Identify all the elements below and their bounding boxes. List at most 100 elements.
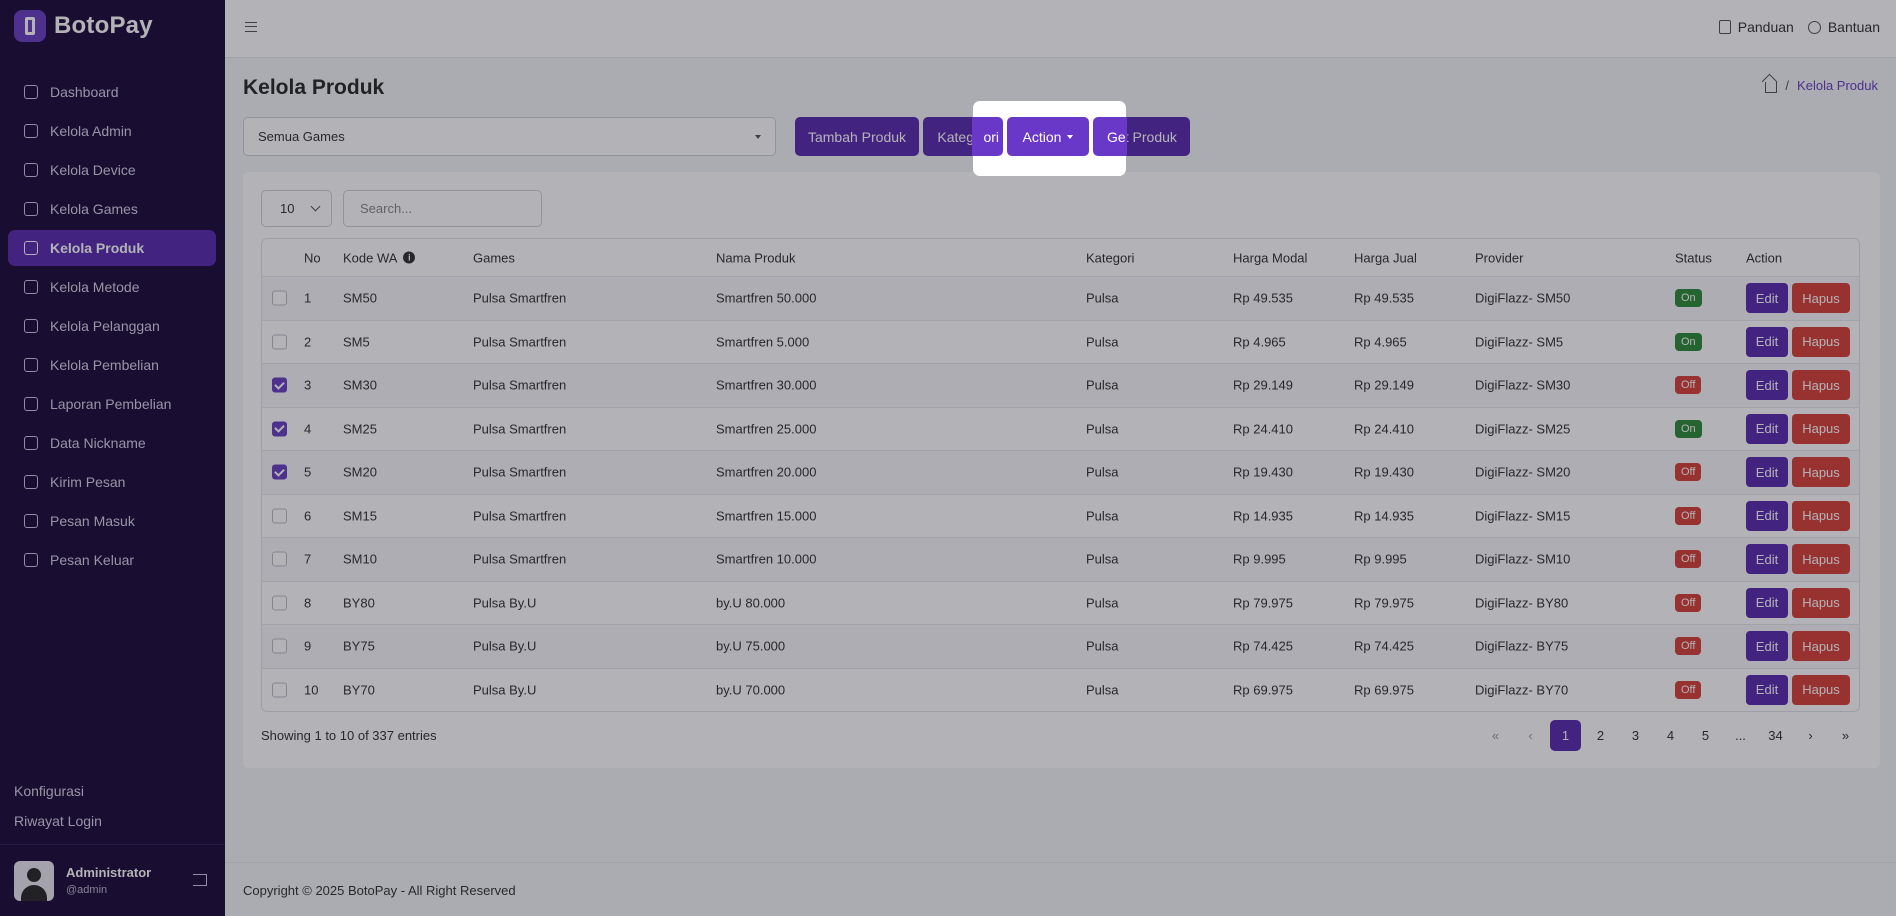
status-badge[interactable]: Off: [1675, 680, 1702, 699]
search-input[interactable]: [343, 190, 542, 227]
sidebar-item-dashboard[interactable]: Dashboard: [8, 74, 216, 110]
sidebar-item-kelola-device[interactable]: Kelola Device: [8, 152, 216, 188]
page-next-button[interactable]: ›: [1795, 720, 1826, 751]
sidebar-item-kelola-admin[interactable]: Kelola Admin: [8, 113, 216, 149]
row-checkbox[interactable]: [272, 638, 287, 654]
sidebar-item-kelola-games[interactable]: Kelola Games: [8, 191, 216, 227]
header-games[interactable]: Games: [473, 250, 515, 265]
row-checkbox[interactable]: [272, 290, 287, 306]
page-ellipsis[interactable]: ...: [1725, 720, 1756, 751]
hapus-button[interactable]: Hapus: [1792, 587, 1850, 618]
sidebar-nav: Dashboard Kelola Admin Kelola Device Kelola…: [8, 74, 216, 581]
sidebar-item-pesan-masuk[interactable]: Pesan Masuk: [8, 503, 216, 539]
get-produk-button-clipped[interactable]: Ge: [1093, 117, 1127, 156]
sidebar-item-data-nickname[interactable]: Data Nickname: [8, 425, 216, 461]
bantuan-label: Bantuan: [1827, 19, 1880, 35]
hapus-button[interactable]: Hapus: [1792, 326, 1850, 357]
status-badge[interactable]: Off: [1675, 550, 1702, 569]
page-button[interactable]: 5: [1690, 720, 1721, 751]
sidebar-item-pesan-keluar[interactable]: Pesan Keluar: [8, 542, 216, 578]
row-checkbox[interactable]: [272, 595, 287, 611]
sidebar-item-label: Data Nickname: [50, 435, 146, 451]
sidebar-item-laporan-pembelian[interactable]: Laporan Pembelian: [8, 386, 216, 422]
sidebar-item-kelola-metode[interactable]: Kelola Metode: [8, 269, 216, 305]
hapus-button[interactable]: Hapus: [1792, 283, 1850, 314]
hamburger-menu-icon[interactable]: [245, 22, 257, 32]
sidebar-item-kelola-produk[interactable]: Kelola Produk: [8, 230, 216, 266]
tambah-produk-button[interactable]: Tambah Produk: [795, 117, 919, 156]
game-filter-select[interactable]: Semua Games: [243, 117, 776, 156]
page-button[interactable]: 2: [1585, 720, 1616, 751]
status-badge[interactable]: On: [1675, 332, 1702, 351]
entries-length-select[interactable]: 10: [261, 190, 332, 227]
header-kode[interactable]: Kode WA i: [343, 250, 416, 265]
sidebar-link-konfigurasi[interactable]: Konfigurasi: [14, 776, 102, 806]
row-nama-produk: by.U 80.000: [716, 595, 786, 611]
edit-button[interactable]: Edit: [1746, 326, 1788, 357]
hapus-button[interactable]: Hapus: [1792, 413, 1850, 444]
sidebar-item-kelola-pelanggan[interactable]: Kelola Pelanggan: [8, 308, 216, 344]
hapus-button[interactable]: Hapus: [1792, 631, 1850, 662]
page-button[interactable]: 34: [1760, 720, 1791, 751]
row-checkbox[interactable]: [272, 551, 287, 567]
row-checkbox[interactable]: [272, 334, 287, 350]
page-first-button[interactable]: «: [1480, 720, 1511, 751]
row-no: 5: [304, 464, 312, 480]
status-badge[interactable]: Off: [1675, 637, 1702, 656]
info-icon[interactable]: i: [403, 251, 416, 264]
hapus-button[interactable]: Hapus: [1792, 500, 1850, 531]
header-no[interactable]: No: [304, 250, 321, 265]
hapus-button[interactable]: Hapus: [1792, 457, 1850, 488]
sidebar-link-riwayat-login[interactable]: Riwayat Login: [14, 806, 102, 836]
status-badge[interactable]: Off: [1675, 593, 1702, 612]
edit-button[interactable]: Edit: [1746, 413, 1788, 444]
panduan-link[interactable]: Panduan: [1718, 19, 1794, 35]
status-badge[interactable]: On: [1675, 289, 1702, 308]
kategori-button-clipped[interactable]: ori: [972, 117, 1003, 156]
status-badge[interactable]: Off: [1675, 376, 1702, 395]
sidebar-item-kirim-pesan[interactable]: Kirim Pesan: [8, 464, 216, 500]
header-harga-jual[interactable]: Harga Jual: [1354, 250, 1417, 265]
hapus-button[interactable]: Hapus: [1792, 370, 1850, 401]
hapus-button[interactable]: Hapus: [1792, 674, 1850, 705]
row-kode: SM5: [343, 334, 370, 350]
edit-button[interactable]: Edit: [1746, 631, 1788, 662]
status-badge[interactable]: Off: [1675, 506, 1702, 525]
page-button[interactable]: 3: [1620, 720, 1651, 751]
hapus-button[interactable]: Hapus: [1792, 544, 1850, 575]
edit-button[interactable]: Edit: [1746, 674, 1788, 705]
logout-icon[interactable]: [193, 874, 207, 886]
row-harga-jual: Rp 49.535: [1354, 290, 1414, 306]
header-provider[interactable]: Provider: [1475, 250, 1523, 265]
status-badge[interactable]: Off: [1675, 463, 1702, 482]
row-checkbox[interactable]: [272, 682, 287, 698]
edit-button[interactable]: Edit: [1746, 587, 1788, 618]
header-kategori[interactable]: Kategori: [1086, 250, 1134, 265]
table-row: 5 SM20 Pulsa Smartfren Smartfren 20.000 Puls…: [262, 450, 1859, 494]
home-icon[interactable]: [1765, 81, 1778, 93]
sidebar-item-kelola-pembelian[interactable]: Kelola Pembelian: [8, 347, 216, 383]
edit-button[interactable]: Edit: [1746, 500, 1788, 531]
page-prev-button[interactable]: ‹: [1515, 720, 1546, 751]
edit-button[interactable]: Edit: [1746, 544, 1788, 575]
edit-button[interactable]: Edit: [1746, 283, 1788, 314]
row-checkbox[interactable]: [272, 421, 287, 437]
row-provider: DigiFlazz- SM30: [1475, 377, 1571, 393]
row-kode: BY70: [343, 682, 375, 698]
row-checkbox[interactable]: [272, 508, 287, 524]
action-button[interactable]: Action: [1007, 117, 1089, 156]
page-button[interactable]: 1: [1550, 720, 1581, 751]
row-checkbox[interactable]: [272, 464, 287, 480]
row-checkbox[interactable]: [272, 377, 287, 393]
edit-button[interactable]: Edit: [1746, 370, 1788, 401]
edit-button[interactable]: Edit: [1746, 457, 1788, 488]
header-harga-modal[interactable]: Harga Modal: [1233, 250, 1307, 265]
bantuan-link[interactable]: Bantuan: [1807, 19, 1880, 35]
brand[interactable]: BotoPay: [14, 10, 153, 42]
page-button[interactable]: 4: [1655, 720, 1686, 751]
page-last-button[interactable]: »: [1830, 720, 1861, 751]
status-badge[interactable]: On: [1675, 419, 1702, 438]
header-nama-produk[interactable]: Nama Produk: [716, 250, 795, 265]
header-status[interactable]: Status: [1675, 250, 1712, 265]
table-row: 1 SM50 Pulsa Smartfren Smartfren 50.000 Puls…: [262, 276, 1859, 320]
